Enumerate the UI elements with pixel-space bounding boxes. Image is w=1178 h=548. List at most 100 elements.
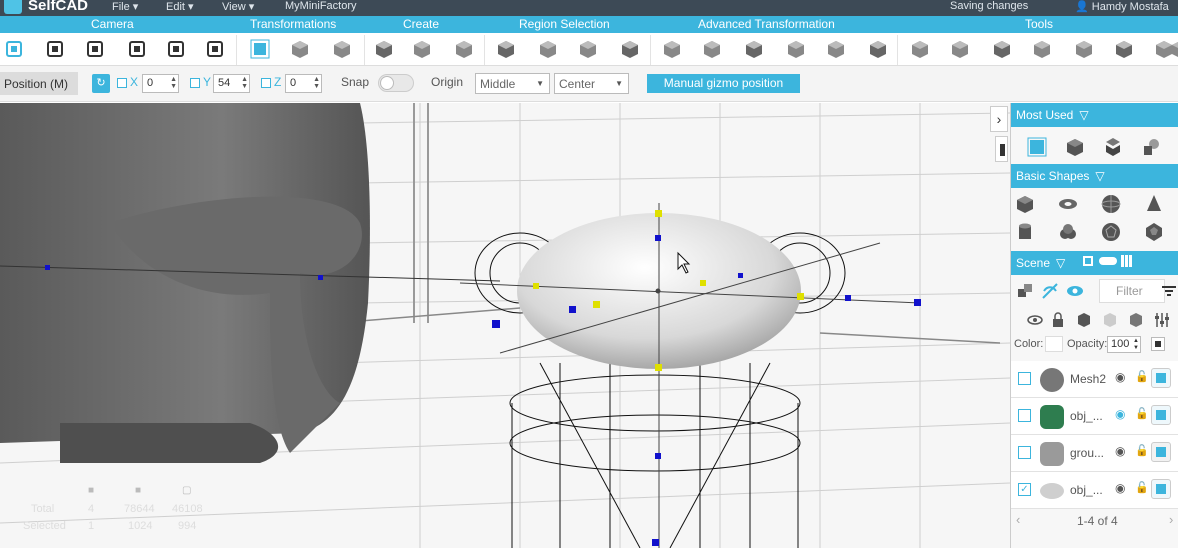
rounded-shape-icon[interactable] <box>1056 220 1080 244</box>
select-icon[interactable] <box>43 37 67 61</box>
scene-toggle-icon[interactable] <box>1099 257 1117 265</box>
vertex-select-icon[interactable] <box>618 37 642 61</box>
cube-icon[interactable] <box>1063 135 1087 159</box>
scene-grid-icon[interactable] <box>1121 255 1133 267</box>
unlock-icon[interactable]: 🔓 <box>1135 481 1149 494</box>
torus-shape-icon[interactable] <box>1056 192 1080 216</box>
solid-cube-icon[interactable] <box>1151 479 1171 499</box>
eye-hidden-icon[interactable]: ◉ <box>1115 407 1125 421</box>
z-input[interactable]: 0 ▲ ▼ <box>285 74 322 93</box>
filter-input[interactable]: Filter <box>1099 279 1165 303</box>
collapse-panel-button[interactable]: › <box>990 106 1008 132</box>
viewport-scene[interactable] <box>0 103 1010 548</box>
scene-item[interactable]: Mesh2 ◉ 🔓 <box>1011 361 1178 398</box>
snap-toggle[interactable] <box>378 74 414 92</box>
menu-view[interactable]: View ▾ <box>222 0 254 13</box>
scene-square-icon[interactable] <box>1083 256 1093 266</box>
3d-viewport[interactable]: ■ ■ ▢ Total 4 78644 46108 Selected 1 102… <box>0 103 1010 548</box>
slab-icon[interactable] <box>866 37 890 61</box>
previous-page-icon[interactable]: ‹ <box>1016 512 1020 527</box>
most-used-header[interactable]: Most Used ▽ <box>1011 103 1178 127</box>
panel-handle-button[interactable] <box>995 136 1008 162</box>
manual-gizmo-position-button[interactable]: Manual gizmo position <box>647 74 800 93</box>
y-axis-checkbox[interactable] <box>190 78 200 88</box>
stack-icon[interactable] <box>203 37 227 61</box>
eye-column-icon[interactable] <box>1023 308 1047 332</box>
eye-icon[interactable]: ◉ <box>1115 370 1125 384</box>
y-spinner-icon[interactable]: ▲ ▼ <box>241 76 248 90</box>
hide-link-icon[interactable] <box>1038 279 1062 303</box>
cube-solid-icon[interactable] <box>452 37 476 61</box>
solid-cube-icon[interactable] <box>1151 405 1171 425</box>
category-region-selection[interactable]: Region Selection <box>519 17 610 31</box>
z-axis-checkbox[interactable] <box>261 78 271 88</box>
unlock-icon[interactable]: 🔓 <box>1135 444 1149 457</box>
opacity-input[interactable]: 100 ▲ ▼ <box>1107 336 1141 353</box>
app-logo[interactable]: SelfCAD <box>4 0 88 14</box>
scene-item-checkbox[interactable] <box>1018 409 1031 422</box>
scene-item[interactable]: ✓ obj_... ◉ 🔓 <box>1011 472 1178 509</box>
gizmo-icon[interactable] <box>248 37 272 61</box>
volume-select-icon[interactable] <box>536 37 560 61</box>
mesh-icon[interactable] <box>660 37 684 61</box>
solid-column-icon[interactable] <box>1072 308 1096 332</box>
sphere-icon[interactable] <box>1030 37 1054 61</box>
basic-shapes-header[interactable]: Basic Shapes ▽ <box>1011 164 1178 188</box>
hourglass-icon[interactable] <box>824 37 848 61</box>
unlock-icon[interactable]: 🔓 <box>1135 370 1149 383</box>
category-tools[interactable]: Tools <box>1025 17 1053 31</box>
stack-shapes-icon[interactable] <box>1101 135 1125 159</box>
color-swatch[interactable] <box>1045 336 1063 352</box>
face-select-icon[interactable] <box>494 37 518 61</box>
poly-icon[interactable] <box>1072 37 1096 61</box>
move-icon[interactable] <box>83 37 107 61</box>
opacity-apply-button[interactable] <box>1151 337 1165 351</box>
visibility-icon[interactable] <box>1063 279 1087 303</box>
opacity-spinner-icon[interactable]: ▲ ▼ <box>1133 338 1139 352</box>
gizmo-icon[interactable] <box>1025 135 1049 159</box>
rotate-icon[interactable] <box>125 37 149 61</box>
render-column-icon[interactable] <box>1124 308 1148 332</box>
scene-item-checkbox[interactable] <box>1018 372 1031 385</box>
cone-icon[interactable] <box>784 37 808 61</box>
filter-menu-icon[interactable] <box>1157 279 1178 303</box>
category-advanced-transformation[interactable]: Advanced Transformation <box>698 17 835 31</box>
edge-select-icon[interactable] <box>576 37 600 61</box>
center-select[interactable]: Center ▼ <box>554 73 629 94</box>
menu-edit[interactable]: Edit ▾ <box>166 0 194 13</box>
hat-icon[interactable] <box>410 37 434 61</box>
menu-myminifactory[interactable]: MyMiniFactory <box>285 0 357 12</box>
camera-tool-icon[interactable] <box>2 37 26 61</box>
more-icon[interactable] <box>1168 37 1178 61</box>
wire-cube-icon[interactable] <box>700 37 724 61</box>
wire-column-icon[interactable] <box>1098 308 1122 332</box>
polyhedron-shape-icon[interactable] <box>1142 220 1166 244</box>
eye-icon[interactable]: ◉ <box>1115 444 1125 458</box>
scene-header[interactable]: Scene ▽ <box>1011 251 1178 275</box>
box-icon[interactable] <box>908 37 932 61</box>
z-spinner-icon[interactable]: ▲ ▼ <box>313 76 320 90</box>
cube-alt-icon[interactable] <box>330 37 354 61</box>
category-transformations[interactable]: Transformations <box>250 17 336 31</box>
cylinder-shape-icon[interactable] <box>1013 220 1037 244</box>
x-spinner-icon[interactable]: ▲ ▼ <box>170 76 177 90</box>
lock-column-icon[interactable] <box>1046 308 1070 332</box>
group-shapes-icon[interactable] <box>1139 135 1163 159</box>
cube-shape-icon[interactable] <box>1013 192 1037 216</box>
settings-column-icon[interactable] <box>1150 308 1174 332</box>
menu-file[interactable]: File ▾ <box>112 0 138 13</box>
merge-objects-icon[interactable] <box>1013 279 1037 303</box>
scale-icon[interactable] <box>164 37 188 61</box>
scene-item[interactable]: obj_... ◉ 🔓 <box>1011 398 1178 435</box>
scene-item[interactable]: grou... ◉ 🔓 <box>1011 435 1178 472</box>
geosphere-shape-icon[interactable] <box>1099 220 1123 244</box>
eye-icon[interactable]: ◉ <box>1115 481 1125 495</box>
cube-rotate-icon[interactable] <box>288 37 312 61</box>
next-page-icon[interactable]: › <box>1169 512 1173 527</box>
grid-cube-icon[interactable] <box>1112 37 1136 61</box>
origin-select[interactable]: Middle ▼ <box>475 73 550 94</box>
cube-tool-icon[interactable] <box>948 37 972 61</box>
cube-twist-icon[interactable] <box>742 37 766 61</box>
unlock-icon[interactable]: 🔓 <box>1135 407 1149 420</box>
x-axis-checkbox[interactable] <box>117 78 127 88</box>
